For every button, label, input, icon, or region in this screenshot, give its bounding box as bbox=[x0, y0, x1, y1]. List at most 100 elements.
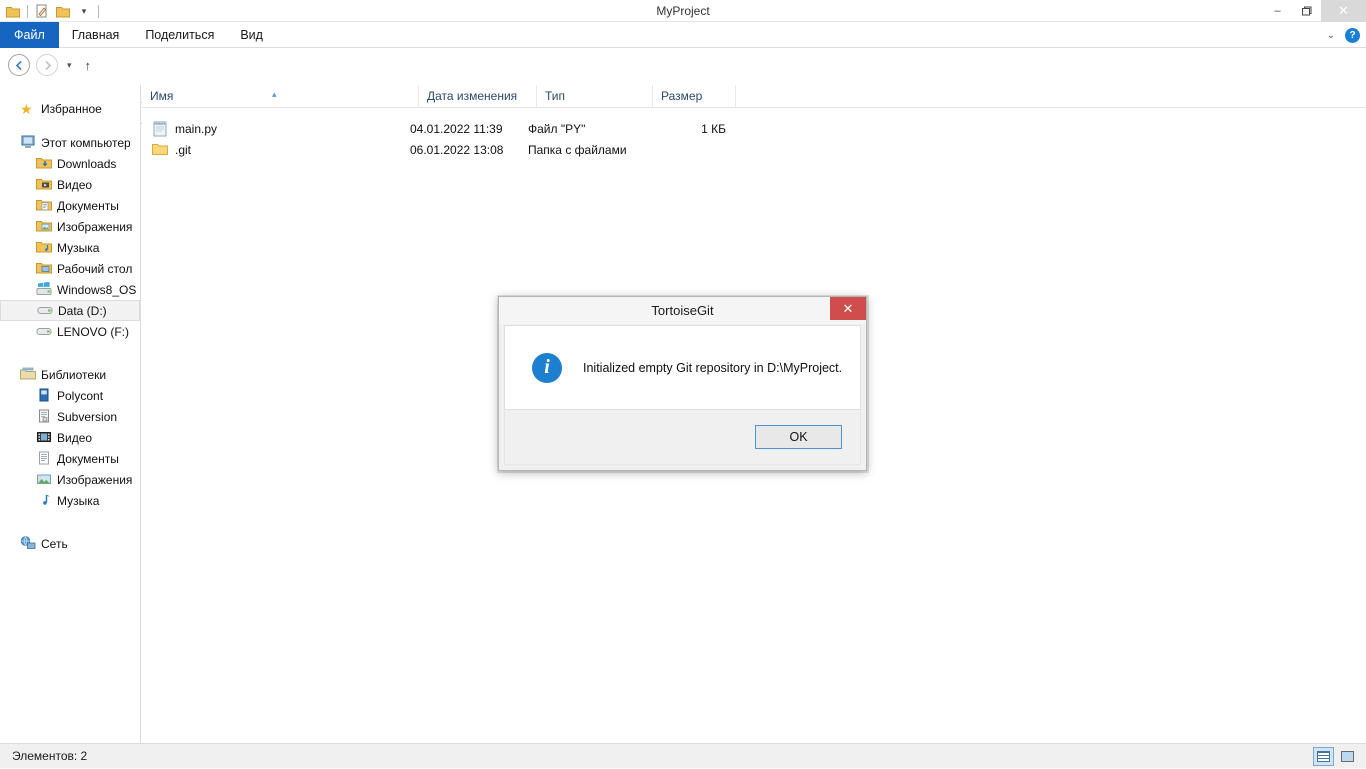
libraries-icon bbox=[20, 367, 36, 383]
sidebar-item-label: Windows8_OS (C bbox=[57, 283, 141, 297]
dialog-body: i Initialized empty Git repository in D:… bbox=[504, 325, 861, 410]
navigation-pane[interactable]: ★ Избранное Этот компьютер Downloads Вид… bbox=[0, 85, 141, 743]
ok-button[interactable]: OK bbox=[755, 425, 842, 449]
sidebar-item-label: Видео bbox=[57, 431, 92, 445]
sidebar-item-lenovo-f[interactable]: LENOVO (F:) bbox=[0, 321, 140, 342]
up-button[interactable]: ↑ bbox=[81, 58, 96, 73]
sidebar-item-label: Документы bbox=[57, 199, 119, 213]
column-date-modified[interactable]: Дата изменения bbox=[418, 85, 536, 108]
tab-view[interactable]: Вид bbox=[227, 22, 276, 48]
forward-button[interactable] bbox=[36, 54, 58, 76]
maximize-button[interactable] bbox=[1292, 0, 1321, 22]
sort-indicator-icon: ▴ bbox=[272, 83, 277, 106]
sidebar-group-libraries: Библиотеки Polycont Subversion Видео Док bbox=[0, 364, 140, 511]
drive-icon bbox=[36, 324, 52, 340]
computer-icon bbox=[20, 135, 36, 151]
sidebar-item-label: Изображения bbox=[57, 220, 132, 234]
tab-share[interactable]: Поделиться bbox=[132, 22, 227, 48]
video-library-icon bbox=[36, 430, 52, 446]
details-view-icon bbox=[1317, 751, 1330, 762]
address-bar-row: ▾ ↑ ▸ Этот компьютер ▸ Data (D:) ▸ MyPro… bbox=[0, 48, 1366, 81]
navigation-buttons: ▾ ↑ bbox=[8, 53, 95, 77]
column-header-label: Дата изменения bbox=[427, 89, 517, 103]
sidebar-item-downloads[interactable]: Downloads bbox=[0, 153, 140, 174]
sidebar-item-label: Сеть bbox=[41, 537, 68, 551]
sidebar-item-desktop[interactable]: Рабочий стол bbox=[0, 258, 140, 279]
file-name-label: main.py bbox=[175, 122, 217, 136]
column-header-label: Имя bbox=[150, 89, 173, 103]
sidebar-item-label: Избранное bbox=[41, 102, 102, 116]
dialog-close-button[interactable]: ✕ bbox=[830, 297, 866, 320]
window-title: MyProject bbox=[0, 0, 1366, 22]
sidebar-item-music-library[interactable]: Музыка bbox=[0, 490, 140, 511]
subversion-icon bbox=[36, 409, 52, 425]
star-icon: ★ bbox=[20, 101, 36, 117]
sidebar-item-documents[interactable]: Документы bbox=[0, 195, 140, 216]
documents-library-icon bbox=[36, 451, 52, 467]
column-size[interactable]: Размер bbox=[652, 85, 735, 108]
sidebar-item-label: Музыка bbox=[57, 494, 99, 508]
view-large-icons-button[interactable] bbox=[1337, 747, 1358, 766]
file-type-cell: Файл "PY" bbox=[528, 122, 585, 136]
chevron-down-icon[interactable]: ⌄ bbox=[1327, 30, 1335, 41]
music-folder-icon bbox=[36, 240, 52, 256]
sidebar-item-video[interactable]: Видео bbox=[0, 174, 140, 195]
help-icon[interactable]: ? bbox=[1345, 28, 1360, 43]
column-resize-handle[interactable] bbox=[735, 85, 745, 108]
sidebar-item-label: Polycont bbox=[57, 389, 103, 403]
sidebar-item-documents-library[interactable]: Документы bbox=[0, 448, 140, 469]
tab-home[interactable]: Главная bbox=[59, 22, 133, 48]
sidebar-item-music[interactable]: Музыка bbox=[0, 237, 140, 258]
sidebar-item-label: Этот компьютер bbox=[41, 136, 131, 150]
sidebar-item-data-d[interactable]: Data (D:) bbox=[0, 300, 140, 321]
sidebar-item-label: Рабочий стол bbox=[57, 262, 132, 276]
view-details-button[interactable] bbox=[1313, 747, 1334, 766]
sidebar-item-libraries[interactable]: Библиотеки bbox=[0, 364, 140, 385]
dialog-footer: OK bbox=[504, 411, 861, 465]
windows-drive-icon bbox=[36, 282, 52, 298]
sidebar-group-favorites: ★ Избранное bbox=[0, 98, 140, 119]
sidebar-item-polycont[interactable]: Polycont bbox=[0, 385, 140, 406]
table-row[interactable]: main.py 04.01.2022 11:39 Файл "PY" 1 КБ bbox=[142, 118, 1366, 139]
pictures-folder-icon bbox=[36, 219, 52, 235]
file-name-cell[interactable]: .git bbox=[152, 142, 191, 158]
view-mode-buttons bbox=[1313, 747, 1358, 766]
table-row[interactable]: .git 06.01.2022 13:08 Папка с файлами bbox=[142, 139, 1366, 160]
file-date-cell: 04.01.2022 11:39 bbox=[410, 122, 503, 136]
file-name-cell[interactable]: main.py bbox=[152, 121, 217, 137]
sidebar-group-this-pc: Этот компьютер Downloads Видео Документы bbox=[0, 132, 140, 342]
column-header-label: Размер bbox=[661, 89, 702, 103]
back-button[interactable] bbox=[8, 54, 30, 76]
window-title-bar: ▾ MyProject – ✕ bbox=[0, 0, 1366, 22]
column-type[interactable]: Тип bbox=[536, 85, 652, 108]
sidebar-item-network[interactable]: Сеть bbox=[0, 533, 140, 554]
polycont-icon bbox=[36, 388, 52, 404]
sidebar-item-subversion[interactable]: Subversion bbox=[0, 406, 140, 427]
recent-locations-icon[interactable]: ▾ bbox=[64, 60, 75, 71]
sidebar-item-label: Subversion bbox=[57, 410, 117, 424]
close-button[interactable]: ✕ bbox=[1321, 0, 1366, 22]
video-folder-icon bbox=[36, 177, 52, 193]
dialog-title: TortoiseGit bbox=[499, 297, 866, 324]
column-header-label: Тип bbox=[545, 89, 565, 103]
dialog-message: Initialized empty Git repository in D:\M… bbox=[583, 361, 842, 375]
column-name[interactable]: ▴ Имя bbox=[142, 85, 418, 108]
sidebar-item-label: LENOVO (F:) bbox=[57, 325, 129, 339]
window-controls: – ✕ bbox=[1263, 0, 1366, 22]
status-bar: Элементов: 2 bbox=[0, 743, 1366, 768]
sidebar-item-this-pc[interactable]: Этот компьютер bbox=[0, 132, 140, 153]
file-size-cell: 1 КБ bbox=[642, 122, 726, 136]
documents-folder-icon bbox=[36, 198, 52, 214]
sidebar-item-favorites[interactable]: ★ Избранное bbox=[0, 98, 140, 119]
tab-file[interactable]: Файл bbox=[0, 22, 59, 48]
downloads-icon bbox=[36, 156, 52, 172]
file-date-cell: 06.01.2022 13:08 bbox=[410, 143, 503, 157]
minimize-button[interactable]: – bbox=[1263, 0, 1292, 22]
sidebar-item-label: Изображения bbox=[57, 473, 132, 487]
file-name-label: .git bbox=[175, 143, 191, 157]
sidebar-item-pictures-library[interactable]: Изображения bbox=[0, 469, 140, 490]
tortoisegit-dialog[interactable]: TortoiseGit ✕ i Initialized empty Git re… bbox=[498, 296, 867, 471]
sidebar-item-video-library[interactable]: Видео bbox=[0, 427, 140, 448]
sidebar-item-windows8-os[interactable]: Windows8_OS (C bbox=[0, 279, 140, 300]
sidebar-item-pictures[interactable]: Изображения bbox=[0, 216, 140, 237]
